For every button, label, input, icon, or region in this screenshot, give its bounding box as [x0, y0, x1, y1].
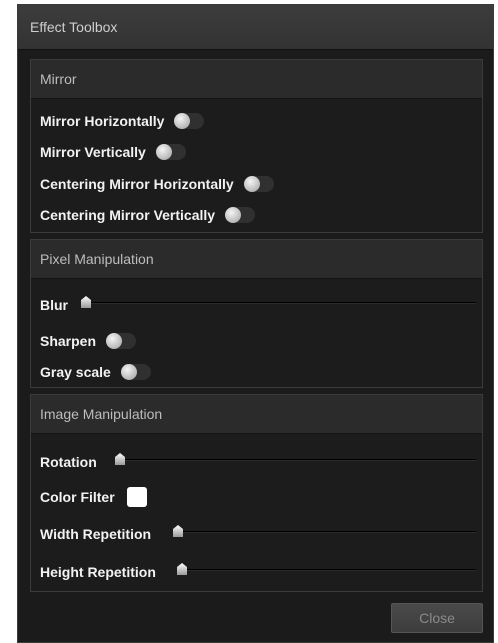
slider-track — [177, 569, 476, 571]
centering-mirror-vertically-row: Centering Mirror Vertically — [40, 204, 256, 226]
sharpen-toggle[interactable] — [106, 333, 137, 349]
toggle-knob — [106, 333, 123, 349]
slider-handle[interactable] — [81, 296, 91, 308]
toggle-knob — [225, 207, 242, 223]
color-filter-label: Color Filter — [40, 489, 115, 505]
mirror-vertically-toggle[interactable] — [155, 144, 186, 160]
centering-mirror-horizontally-toggle[interactable] — [243, 176, 274, 192]
slider-track — [81, 302, 476, 304]
height-repetition-row: Height Repetition — [40, 561, 156, 583]
pixel-panel-title: Pixel Manipulation — [40, 251, 154, 267]
toggle-knob — [174, 113, 191, 129]
mirror-panel-title: Mirror — [40, 71, 77, 87]
centering-mirror-horizontally-label: Centering Mirror Horizontally — [40, 176, 234, 192]
color-filter-row: Color Filter — [40, 486, 147, 508]
width-repetition-row: Width Repetition — [40, 523, 151, 545]
slider-handle[interactable] — [115, 453, 125, 465]
rotation-row: Rotation — [40, 451, 97, 473]
rotation-slider[interactable] — [115, 453, 476, 467]
rotation-label: Rotation — [40, 454, 97, 470]
sharpen-label: Sharpen — [40, 333, 97, 349]
image-panel-header: Image Manipulation — [31, 395, 482, 434]
height-repetition-label: Height Repetition — [40, 564, 156, 580]
sharpen-row: Sharpen — [40, 330, 137, 352]
mirror-horizontally-toggle[interactable] — [174, 113, 205, 129]
mirror-panel-header: Mirror — [31, 60, 482, 99]
grayscale-row: Gray scale — [40, 361, 151, 383]
color-filter-swatch[interactable] — [126, 487, 147, 507]
pixel-panel-header: Pixel Manipulation — [31, 240, 482, 279]
window-title: Effect Toolbox — [30, 19, 118, 35]
mirror-vertically-row: Mirror Vertically — [40, 141, 186, 163]
grayscale-label: Gray scale — [40, 364, 111, 380]
pixel-manipulation-panel: Pixel Manipulation Blur Sharpen Gray sca… — [30, 239, 483, 388]
slider-track — [115, 459, 476, 461]
centering-mirror-horizontally-row: Centering Mirror Horizontally — [40, 173, 274, 195]
image-panel-title: Image Manipulation — [40, 406, 163, 422]
toggle-knob — [120, 364, 137, 380]
slider-handle[interactable] — [173, 525, 183, 537]
toggle-knob — [155, 144, 172, 160]
toggle-knob — [243, 176, 260, 192]
mirror-panel: Mirror Mirror Horizontally Mirror Vertic… — [30, 59, 483, 233]
width-repetition-label: Width Repetition — [40, 526, 152, 542]
grayscale-toggle[interactable] — [120, 364, 151, 380]
image-manipulation-panel: Image Manipulation Rotation Color Filter… — [30, 394, 483, 592]
mirror-horizontally-label: Mirror Horizontally — [40, 113, 165, 129]
effect-toolbox-window: Effect Toolbox Mirror Mirror Horizontall… — [17, 4, 494, 643]
slider-track — [173, 531, 476, 533]
mirror-horizontally-row: Mirror Horizontally — [40, 110, 205, 132]
mirror-vertically-label: Mirror Vertically — [40, 144, 146, 160]
centering-mirror-vertically-toggle[interactable] — [225, 207, 256, 223]
centering-mirror-vertically-label: Centering Mirror Vertically — [40, 207, 216, 223]
blur-slider[interactable] — [81, 296, 476, 310]
blur-row: Blur — [40, 294, 68, 316]
close-button[interactable]: Close — [391, 603, 483, 633]
title-bar[interactable]: Effect Toolbox — [18, 5, 493, 50]
width-repetition-slider[interactable] — [173, 525, 476, 539]
slider-handle[interactable] — [177, 563, 187, 575]
height-repetition-slider[interactable] — [177, 563, 476, 577]
blur-label: Blur — [40, 297, 68, 313]
